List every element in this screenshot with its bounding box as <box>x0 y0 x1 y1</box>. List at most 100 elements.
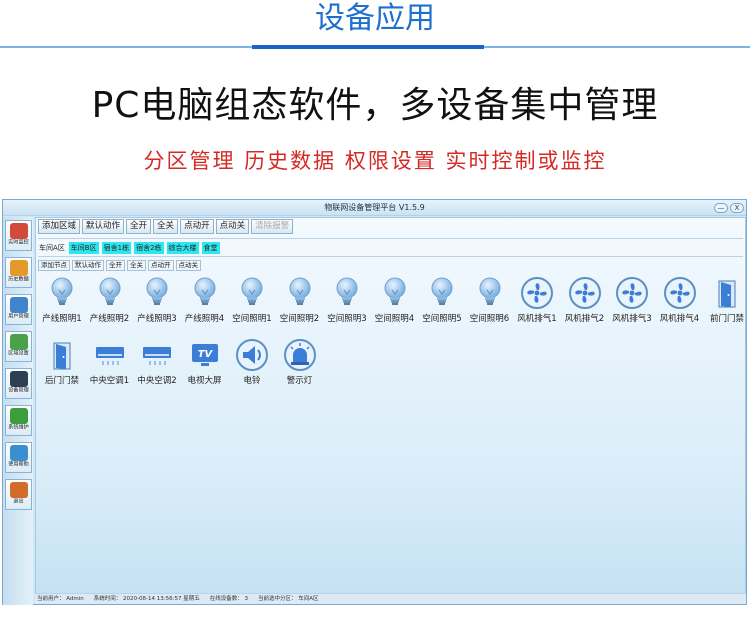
node-toolbar-button[interactable]: 默认动作 <box>72 260 104 271</box>
device-tile[interactable]: 空间照明6 <box>466 276 514 326</box>
sidebar: 实时监控历史数据用户管理区域设置设备管理系统维护使用帮助退出 <box>3 217 33 605</box>
device-tile[interactable]: 空间照明5 <box>418 276 466 326</box>
window-title: 物联网设备管理平台 V1.5.9 <box>324 203 425 212</box>
zone-tab[interactable]: 综合大楼 <box>166 242 199 254</box>
node-toolbar-button[interactable]: 添加节点 <box>38 260 70 271</box>
sidebar-item[interactable]: 系统维护 <box>5 405 32 436</box>
sidebar-item[interactable]: 实时监控 <box>5 220 32 251</box>
device-tile[interactable]: 风机排气4 <box>656 276 704 326</box>
toolbar-button[interactable]: 默认动作 <box>82 219 125 234</box>
region-gear-icon <box>9 334 28 350</box>
banner-title: 设备应用 <box>315 1 435 36</box>
air-conditioner-icon <box>143 347 171 365</box>
toolbar-button[interactable]: 点动开 <box>180 219 214 234</box>
divider <box>38 256 743 257</box>
sidebar-item[interactable]: 历史数据 <box>5 257 32 288</box>
svg-text:TV: TV <box>197 349 213 360</box>
sidebar-item-label: 设备管理 <box>8 387 29 393</box>
device-tile[interactable]: 风机排气1 <box>513 276 561 326</box>
bulb-icon <box>146 277 168 305</box>
sidebar-item-label: 退出 <box>13 498 24 504</box>
fan-icon <box>521 277 553 309</box>
node-toolbar-button[interactable]: 点动关 <box>175 260 201 271</box>
device-label: 电视大屏 <box>187 376 222 386</box>
users-icon <box>9 297 28 313</box>
device-tile[interactable]: 空间照明1 <box>228 276 276 326</box>
status-user: 当前用户： Admin <box>37 596 84 602</box>
zone-tab[interactable]: 宿舍1栋 <box>101 242 132 254</box>
device-tile[interactable]: 空间照明2 <box>276 276 324 326</box>
door-icon <box>718 280 736 308</box>
device-label: 风机排气3 <box>612 314 652 324</box>
node-toolbar-button[interactable]: 点动开 <box>148 260 174 271</box>
sidebar-item-label: 系统维护 <box>8 424 29 430</box>
zone-tab[interactable]: 宿舍2栋 <box>134 242 164 254</box>
device-label: 产线照明4 <box>184 314 225 324</box>
help-icon <box>9 445 28 461</box>
device-label: 中央空调2 <box>137 376 177 386</box>
device-label: 产线照明2 <box>89 314 130 324</box>
device-tile[interactable]: 警示灯 <box>276 338 324 388</box>
device-tile[interactable]: 空间照明4 <box>371 276 419 326</box>
chart-book-icon <box>9 260 28 276</box>
bulb-icon <box>241 277 263 305</box>
toolbar-button[interactable]: 清除报警 <box>251 219 294 234</box>
device-label: 空间照明1 <box>232 314 272 324</box>
toolbar-button[interactable]: 添加区域 <box>38 219 81 234</box>
device-tile[interactable]: 产线照明3 <box>133 276 181 326</box>
device-label: 中央空调1 <box>89 376 130 386</box>
device-tile[interactable]: 中央空调1 <box>86 338 134 388</box>
zone-tab[interactable]: 食堂 <box>201 242 220 254</box>
sidebar-item[interactable]: 区域设置 <box>5 331 32 362</box>
device-label: 产线照明1 <box>42 314 82 324</box>
device-tile[interactable]: 空间照明3 <box>323 276 371 326</box>
zone-tab[interactable]: 车间B区 <box>68 242 99 254</box>
device-tile[interactable]: 风机排气3 <box>608 276 656 326</box>
sidebar-item-label: 历史数据 <box>8 276 29 282</box>
bulb-icon <box>384 277 405 305</box>
sidebar-item[interactable]: 设备管理 <box>5 368 32 399</box>
device-tile[interactable]: TV 电视大屏 <box>181 338 229 388</box>
device-tile[interactable]: 电铃 <box>228 338 276 388</box>
bulb-icon <box>431 277 453 305</box>
device-tile[interactable]: 前门门禁 <box>703 276 750 326</box>
device-icon <box>9 371 28 387</box>
node-toolbar-button[interactable]: 全开 <box>106 260 125 271</box>
device-label: 空间照明6 <box>469 314 510 324</box>
sidebar-item[interactable]: 退出 <box>5 479 32 510</box>
device-label: 风机排气2 <box>564 314 605 324</box>
bulb-icon <box>479 277 500 305</box>
device-label: 警示灯 <box>286 376 313 386</box>
device-tile[interactable]: 产线照明4 <box>181 276 229 326</box>
fan-icon <box>568 277 601 309</box>
device-tile[interactable]: 产线照明1 <box>38 276 86 326</box>
zone-tabs: 车间A区 车间B区 宿舍1栋 宿舍2栋 综合大楼 食堂 <box>38 242 220 254</box>
window-titlebar[interactable]: 物联网设备管理平台 V1.5.9 — X <box>3 200 746 216</box>
main-panel: 添加区域 默认动作 全开 全关 点动开 点动关 清除报警 车间A区 车间B区 宿舍1栋 宿舍2栋综… <box>35 217 746 603</box>
fan-icon <box>663 277 696 309</box>
toolbar-button[interactable]: 点动关 <box>215 219 250 234</box>
node-toolbar-button[interactable]: 全关 <box>127 260 146 271</box>
close-button[interactable]: X <box>730 203 744 213</box>
device-tile[interactable]: 产线照明2 <box>86 276 134 326</box>
sidebar-item-label: 用户管理 <box>8 313 29 319</box>
sidebar-item[interactable]: 使用帮助 <box>5 442 32 473</box>
toolbar-button[interactable]: 全关 <box>153 219 179 234</box>
toolbar-button[interactable]: 全开 <box>126 219 152 234</box>
device-tile[interactable]: 后门门禁 <box>38 338 86 388</box>
status-zone: 当前选中分区： 车间A区 <box>257 596 319 602</box>
device-tile[interactable]: 风机排气2 <box>561 276 609 326</box>
sidebar-item[interactable]: 用户管理 <box>5 294 32 325</box>
banner-divider-accent <box>252 45 484 49</box>
bulb-icon <box>336 277 358 305</box>
device-label: 产线照明3 <box>137 314 177 324</box>
minimize-button[interactable]: — <box>714 203 728 213</box>
sidebar-item-label: 使用帮助 <box>8 461 29 467</box>
bulb-icon <box>51 277 73 305</box>
device-tile[interactable]: 中央空调2 <box>133 338 181 388</box>
sidebar-item-label: 实时监控 <box>8 239 29 245</box>
device-label: 后门门禁 <box>44 376 79 386</box>
device-label: 空间照明3 <box>327 314 367 324</box>
monitor-icon <box>9 223 28 239</box>
zone-tab[interactable]: 车间A区 <box>38 243 66 253</box>
